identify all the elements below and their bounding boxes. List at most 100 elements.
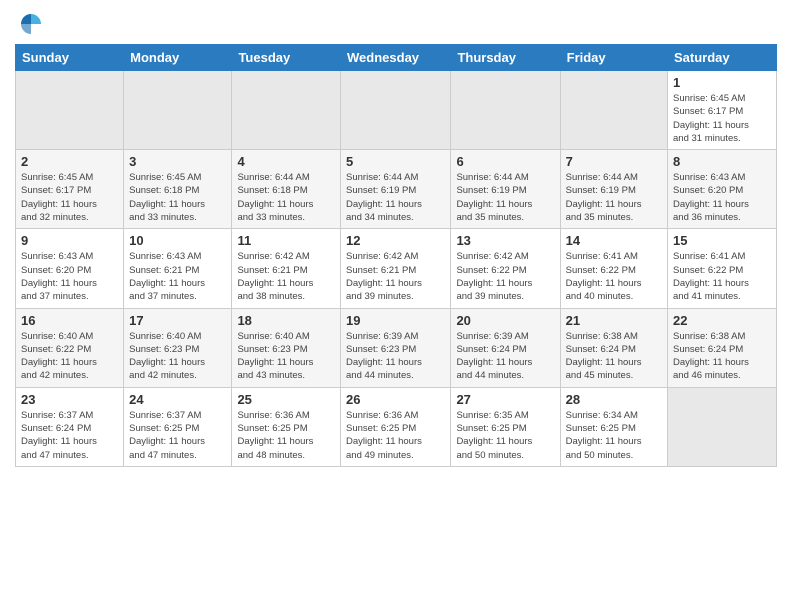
day-number: 17 [129, 313, 226, 328]
calendar-cell [560, 71, 667, 150]
day-number: 8 [673, 154, 771, 169]
day-info: Sunrise: 6:42 AM Sunset: 6:21 PM Dayligh… [346, 250, 445, 303]
day-info: Sunrise: 6:45 AM Sunset: 6:17 PM Dayligh… [673, 92, 771, 145]
calendar-cell [16, 71, 124, 150]
calendar-cell: 14Sunrise: 6:41 AM Sunset: 6:22 PM Dayli… [560, 229, 667, 308]
calendar-cell [668, 387, 777, 466]
day-number: 23 [21, 392, 118, 407]
calendar-cell [451, 71, 560, 150]
day-number: 19 [346, 313, 445, 328]
day-info: Sunrise: 6:43 AM Sunset: 6:20 PM Dayligh… [21, 250, 118, 303]
calendar-cell: 9 Sunrise: 6:43 AM Sunset: 6:20 PM Daylig… [16, 229, 124, 308]
day-info: Sunrise: 6:38 AM Sunset: 6:24 PM Dayligh… [566, 330, 662, 383]
day-number: 12 [346, 233, 445, 248]
calendar-table: SundayMondayTuesdayWednesdayThursdayFrid… [15, 44, 777, 467]
calendar-cell: 25 Sunrise: 6:36 AM Sunset: 6:25 PM Dayli… [232, 387, 341, 466]
day-number: 28 [566, 392, 662, 407]
calendar-header-wednesday: Wednesday [341, 45, 451, 71]
calendar-header-tuesday: Tuesday [232, 45, 341, 71]
calendar-cell: 13 Sunrise: 6:42 AM Sunset: 6:22 PM Dayli… [451, 229, 560, 308]
day-info: Sunrise: 6:40 AM Sunset: 6:23 PM Dayligh… [129, 330, 226, 383]
calendar-week-4: 16 Sunrise: 6:40 AM Sunset: 6:22 PM Dayli… [16, 308, 777, 387]
day-info: Sunrise: 6:38 AM Sunset: 6:24 PM Dayligh… [673, 330, 771, 383]
day-number: 13 [456, 233, 554, 248]
calendar-cell: 15 Sunrise: 6:41 AM Sunset: 6:22 PM Dayli… [668, 229, 777, 308]
calendar-cell: 19Sunrise: 6:39 AM Sunset: 6:23 PM Dayli… [341, 308, 451, 387]
calendar-week-1: 1 Sunrise: 6:45 AM Sunset: 6:17 PM Daylig… [16, 71, 777, 150]
day-number: 24 [129, 392, 226, 407]
day-info: Sunrise: 6:43 AM Sunset: 6:21 PM Dayligh… [129, 250, 226, 303]
day-number: 22 [673, 313, 771, 328]
day-number: 2 [21, 154, 118, 169]
day-number: 18 [237, 313, 335, 328]
calendar-cell [341, 71, 451, 150]
day-number: 16 [21, 313, 118, 328]
day-info: Sunrise: 6:39 AM Sunset: 6:24 PM Dayligh… [456, 330, 554, 383]
calendar-cell [232, 71, 341, 150]
day-number: 11 [237, 233, 335, 248]
calendar-header-saturday: Saturday [668, 45, 777, 71]
day-number: 1 [673, 75, 771, 90]
calendar-header-friday: Friday [560, 45, 667, 71]
day-info: Sunrise: 6:34 AM Sunset: 6:25 PM Dayligh… [566, 409, 662, 462]
day-info: Sunrise: 6:36 AM Sunset: 6:25 PM Dayligh… [346, 409, 445, 462]
calendar-cell: 10 Sunrise: 6:43 AM Sunset: 6:21 PM Dayli… [124, 229, 232, 308]
day-info: Sunrise: 6:41 AM Sunset: 6:22 PM Dayligh… [673, 250, 771, 303]
calendar-cell: 7 Sunrise: 6:44 AM Sunset: 6:19 PM Daylig… [560, 150, 667, 229]
calendar-header-thursday: Thursday [451, 45, 560, 71]
day-info: Sunrise: 6:42 AM Sunset: 6:21 PM Dayligh… [237, 250, 335, 303]
calendar-cell: 28 Sunrise: 6:34 AM Sunset: 6:25 PM Dayli… [560, 387, 667, 466]
logo [15, 10, 45, 38]
day-info: Sunrise: 6:36 AM Sunset: 6:25 PM Dayligh… [237, 409, 335, 462]
calendar-cell: 23 Sunrise: 6:37 AM Sunset: 6:24 PM Dayli… [16, 387, 124, 466]
day-number: 15 [673, 233, 771, 248]
calendar-cell [124, 71, 232, 150]
day-info: Sunrise: 6:44 AM Sunset: 6:18 PM Dayligh… [237, 171, 335, 224]
calendar-cell: 26 Sunrise: 6:36 AM Sunset: 6:25 PM Dayli… [341, 387, 451, 466]
day-number: 10 [129, 233, 226, 248]
day-number: 3 [129, 154, 226, 169]
calendar-week-3: 9 Sunrise: 6:43 AM Sunset: 6:20 PM Daylig… [16, 229, 777, 308]
day-number: 4 [237, 154, 335, 169]
day-number: 6 [456, 154, 554, 169]
day-info: Sunrise: 6:37 AM Sunset: 6:24 PM Dayligh… [21, 409, 118, 462]
calendar-cell: 1 Sunrise: 6:45 AM Sunset: 6:17 PM Daylig… [668, 71, 777, 150]
day-info: Sunrise: 6:42 AM Sunset: 6:22 PM Dayligh… [456, 250, 554, 303]
calendar-week-2: 2 Sunrise: 6:45 AM Sunset: 6:17 PM Daylig… [16, 150, 777, 229]
calendar-cell: 21 Sunrise: 6:38 AM Sunset: 6:24 PM Dayli… [560, 308, 667, 387]
calendar-cell: 3 Sunrise: 6:45 AM Sunset: 6:18 PM Daylig… [124, 150, 232, 229]
day-info: Sunrise: 6:45 AM Sunset: 6:17 PM Dayligh… [21, 171, 118, 224]
day-number: 26 [346, 392, 445, 407]
day-number: 7 [566, 154, 662, 169]
day-info: Sunrise: 6:45 AM Sunset: 6:18 PM Dayligh… [129, 171, 226, 224]
day-number: 5 [346, 154, 445, 169]
day-number: 25 [237, 392, 335, 407]
day-info: Sunrise: 6:40 AM Sunset: 6:23 PM Dayligh… [237, 330, 335, 383]
calendar-cell: 5 Sunrise: 6:44 AM Sunset: 6:19 PM Daylig… [341, 150, 451, 229]
day-info: Sunrise: 6:37 AM Sunset: 6:25 PM Dayligh… [129, 409, 226, 462]
day-info: Sunrise: 6:40 AM Sunset: 6:22 PM Dayligh… [21, 330, 118, 383]
calendar-cell: 18 Sunrise: 6:40 AM Sunset: 6:23 PM Dayli… [232, 308, 341, 387]
calendar-cell: 20Sunrise: 6:39 AM Sunset: 6:24 PM Dayli… [451, 308, 560, 387]
calendar-cell: 22 Sunrise: 6:38 AM Sunset: 6:24 PM Dayli… [668, 308, 777, 387]
day-info: Sunrise: 6:41 AM Sunset: 6:22 PM Dayligh… [566, 250, 662, 303]
calendar-cell: 12 Sunrise: 6:42 AM Sunset: 6:21 PM Dayli… [341, 229, 451, 308]
logo-icon [17, 10, 45, 38]
day-number: 27 [456, 392, 554, 407]
day-info: Sunrise: 6:44 AM Sunset: 6:19 PM Dayligh… [346, 171, 445, 224]
calendar-header-monday: Monday [124, 45, 232, 71]
calendar-header-sunday: Sunday [16, 45, 124, 71]
day-number: 9 [21, 233, 118, 248]
calendar-header-row: SundayMondayTuesdayWednesdayThursdayFrid… [16, 45, 777, 71]
calendar-cell: 16 Sunrise: 6:40 AM Sunset: 6:22 PM Dayli… [16, 308, 124, 387]
day-info: Sunrise: 6:43 AM Sunset: 6:20 PM Dayligh… [673, 171, 771, 224]
calendar-cell: 6Sunrise: 6:44 AM Sunset: 6:19 PM Daylig… [451, 150, 560, 229]
calendar-cell: 4 Sunrise: 6:44 AM Sunset: 6:18 PM Daylig… [232, 150, 341, 229]
day-info: Sunrise: 6:44 AM Sunset: 6:19 PM Dayligh… [566, 171, 662, 224]
page: SundayMondayTuesdayWednesdayThursdayFrid… [0, 0, 792, 612]
calendar-cell: 2 Sunrise: 6:45 AM Sunset: 6:17 PM Daylig… [16, 150, 124, 229]
day-number: 21 [566, 313, 662, 328]
header [15, 10, 777, 38]
calendar-cell: 24 Sunrise: 6:37 AM Sunset: 6:25 PM Dayli… [124, 387, 232, 466]
calendar-week-5: 23 Sunrise: 6:37 AM Sunset: 6:24 PM Dayli… [16, 387, 777, 466]
